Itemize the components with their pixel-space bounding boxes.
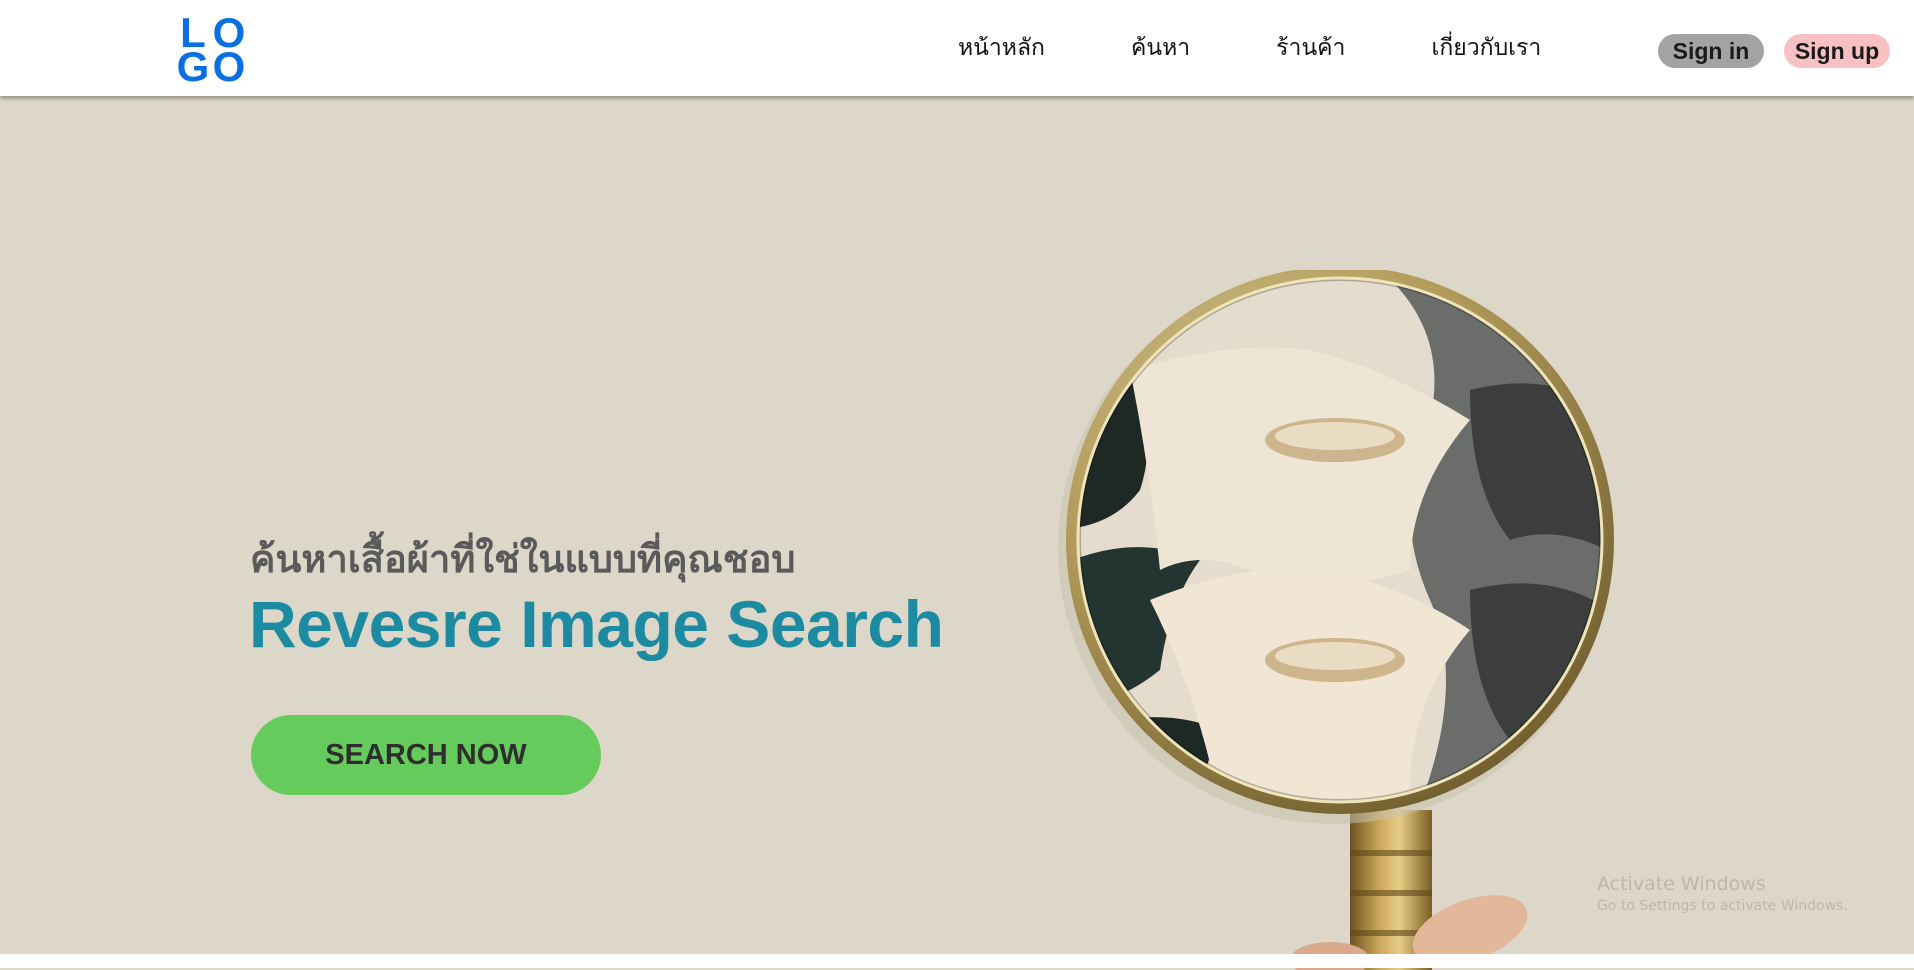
hero-subtitle: ค้นหาเสื้อผ้าที่ใช่ในแบบที่คุณชอบ bbox=[250, 537, 796, 581]
search-now-button[interactable]: SEARCH NOW bbox=[251, 715, 601, 795]
hero-title: Revesre Image Search bbox=[249, 587, 944, 661]
main-nav: หน้าหลัก ค้นหา ร้านค้า เกี่ยวกับเรา bbox=[958, 30, 1627, 70]
logo[interactable]: L O G O bbox=[174, 12, 246, 90]
activate-windows-title: Activate Windows bbox=[1597, 873, 1766, 895]
bottom-strip bbox=[0, 954, 1914, 968]
sign-up-button[interactable]: Sign up bbox=[1784, 34, 1890, 68]
nav-item-about[interactable]: เกี่ยวกับเรา bbox=[1431, 30, 1541, 70]
nav-item-shop[interactable]: ร้านค้า bbox=[1276, 30, 1345, 70]
logo-letter: G bbox=[176, 43, 210, 90]
top-navbar: L O G O หน้าหลัก ค้นหา ร้านค้า เกี่ยวกับ… bbox=[0, 0, 1914, 96]
sign-in-button[interactable]: Sign in bbox=[1658, 34, 1764, 68]
nav-item-search[interactable]: ค้นหา bbox=[1131, 30, 1190, 70]
nav-item-home[interactable]: หน้าหลัก bbox=[958, 30, 1045, 70]
magnifier-tshirt-image bbox=[1058, 270, 1614, 970]
activate-windows-text: Go to Settings to activate Windows. bbox=[1597, 898, 1848, 914]
logo-letter: O bbox=[212, 43, 246, 90]
